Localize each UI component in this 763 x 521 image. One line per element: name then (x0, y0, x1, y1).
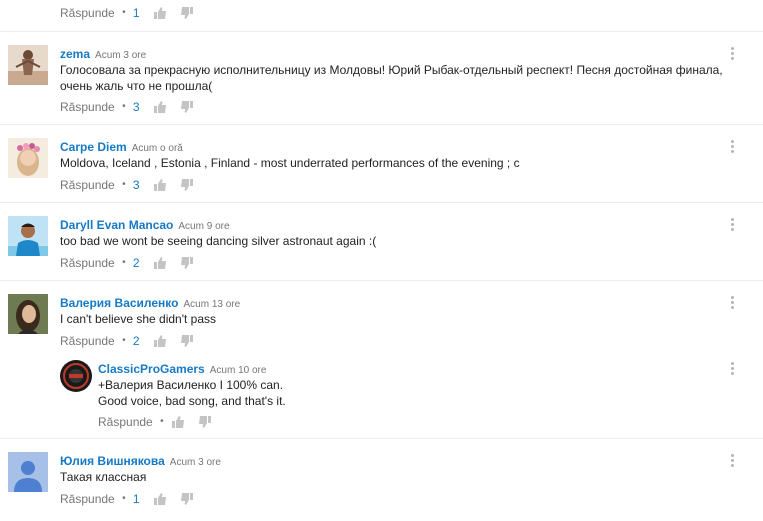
comment-header: Carpe Diem Acum o oră (60, 138, 183, 156)
comment-actions: Răspunde • 1 (60, 491, 204, 507)
author-name[interactable]: Валерия Василенко (60, 296, 178, 310)
comment-text: Голосовала за прекрасную исполнительницу… (60, 63, 723, 93)
timestamp[interactable]: Acum 13 ore (183, 299, 240, 310)
thumbs-up-icon[interactable] (153, 256, 167, 270)
comment: zema Acum 3 ore Голосовала за прекрасную … (0, 31, 763, 124)
comment-header: Валерия Василенко Acum 13 ore (60, 294, 240, 312)
timestamp[interactable]: Acum 3 ore (95, 50, 146, 61)
reply-button[interactable]: Răspunde (60, 178, 115, 192)
reply-button[interactable]: Răspunde (60, 334, 115, 348)
separator-dot: • (122, 7, 126, 19)
comment: Carpe Diem Acum o oră Moldova, Iceland , … (0, 124, 763, 202)
comment: Валерия Василенко Acum 13 ore I can't bel… (0, 280, 763, 436)
reply-button[interactable]: Răspunde (60, 100, 115, 114)
thumbs-down-icon[interactable] (180, 6, 194, 20)
comment-actions: Răspunde • 2 (60, 333, 204, 349)
thumbs-down-icon[interactable] (180, 334, 194, 348)
more-vert-icon[interactable] (731, 362, 735, 378)
thumbs-up-icon[interactable] (153, 492, 167, 506)
comment-actions: Răspunde • 2 (60, 255, 204, 271)
like-count: 3 (132, 99, 140, 114)
like-count: 3 (132, 177, 140, 192)
avatar[interactable] (8, 216, 48, 256)
reply-button[interactable]: Răspunde (60, 492, 115, 506)
top-comment-actions: Răspunde • 1 (60, 5, 204, 21)
comment-text: I can't believe she didn't pass (60, 312, 217, 326)
like-count: 1 (132, 491, 140, 506)
thumbs-down-icon[interactable] (180, 256, 194, 270)
like-count: 2 (132, 333, 140, 348)
timestamp[interactable]: Acum 10 ore (210, 365, 267, 376)
timestamp[interactable]: Acum 3 ore (170, 457, 221, 468)
thumbs-down-icon[interactable] (180, 100, 194, 114)
separator-dot: • (122, 257, 126, 269)
comment: Юлия Вишнякова Acum 3 ore Такая классная … (0, 438, 763, 521)
comment-text: Moldova, Iceland , Estonia , Finland - m… (60, 156, 520, 170)
separator-dot: • (122, 179, 126, 191)
like-count: 2 (132, 255, 140, 270)
avatar[interactable] (8, 452, 48, 492)
reply-button[interactable]: Răspunde (98, 415, 153, 429)
author-name[interactable]: Daryll Evan Mancao (60, 218, 173, 232)
comment-header: Daryll Evan Mancao Acum 9 ore (60, 216, 230, 234)
like-count: 1 (132, 5, 140, 20)
author-name[interactable]: zema (60, 47, 90, 61)
thumbs-down-icon[interactable] (180, 492, 194, 506)
thumbs-up-icon[interactable] (153, 100, 167, 114)
more-vert-icon[interactable] (731, 454, 735, 470)
comment-text-line: +Валерия Василенко I 100% can. (98, 378, 284, 392)
reply-button[interactable]: Răspunde (60, 256, 115, 270)
separator-dot: • (122, 335, 126, 347)
more-vert-icon[interactable] (731, 218, 735, 234)
comment-text: Такая классная (60, 470, 147, 484)
comment-header: Юлия Вишнякова Acum 3 ore (60, 452, 221, 470)
thumbs-down-icon[interactable] (198, 415, 212, 429)
avatar[interactable] (8, 138, 48, 178)
thumbs-up-icon[interactable] (153, 6, 167, 20)
timestamp[interactable]: Acum 9 ore (178, 221, 229, 232)
author-name[interactable]: Carpe Diem (60, 140, 127, 154)
comment-actions: Răspunde • 3 (60, 177, 204, 193)
separator-dot: • (122, 101, 126, 113)
author-name[interactable]: Юлия Вишнякова (60, 454, 165, 468)
comment-text: too bad we wont be seeing dancing silver… (60, 234, 377, 248)
comment-header: ClassicProGamers Acum 10 ore (98, 360, 266, 378)
more-vert-icon[interactable] (731, 296, 735, 312)
separator-dot: • (160, 416, 164, 428)
separator-dot: • (122, 493, 126, 505)
more-vert-icon[interactable] (731, 47, 735, 63)
avatar[interactable] (8, 294, 48, 334)
comment-actions: Răspunde • 3 (60, 99, 204, 115)
more-vert-icon[interactable] (731, 140, 735, 156)
comment: Daryll Evan Mancao Acum 9 ore too bad we … (0, 202, 763, 280)
author-name[interactable]: ClassicProGamers (98, 362, 205, 376)
avatar[interactable] (8, 45, 48, 85)
thumbs-up-icon[interactable] (171, 415, 185, 429)
thumbs-down-icon[interactable] (180, 178, 194, 192)
comment-header: zema Acum 3 ore (60, 45, 146, 63)
avatar[interactable] (60, 360, 92, 392)
comment-actions: Răspunde • (98, 414, 222, 430)
thumbs-up-icon[interactable] (153, 334, 167, 348)
thumbs-up-icon[interactable] (153, 178, 167, 192)
comment-text-line: Good voice, bad song, and that's it. (98, 394, 286, 408)
reply-button[interactable]: Răspunde (60, 6, 115, 20)
timestamp[interactable]: Acum o oră (132, 143, 183, 154)
